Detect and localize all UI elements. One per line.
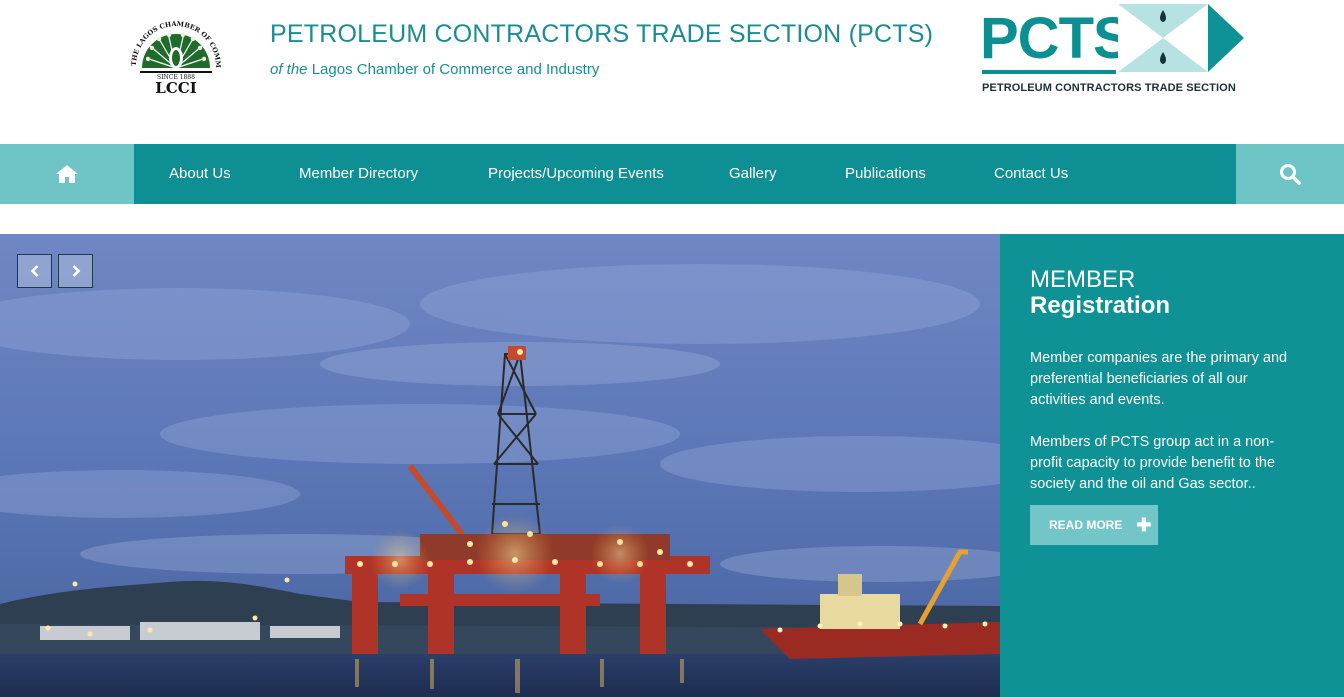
read-more-label: READ MORE [1049,518,1123,532]
slider-next-button[interactable] [58,254,93,288]
read-more-button[interactable]: READ MORE ✚ [1030,505,1158,545]
site-title-block: PETROLEUM CONTRACTORS TRADE SECTION (PCT… [270,20,933,78]
search-icon [1280,164,1301,185]
pcts-logo-word: PCTS [980,6,1132,71]
nav-item-publications[interactable]: Publications [845,144,926,204]
plus-icon: ✚ [1136,514,1152,535]
hero-image [0,234,1000,697]
panel-paragraph-1: Member companies are the primary and pre… [1030,350,1288,408]
nav-item-member-directory[interactable]: Member Directory [299,144,418,204]
panel-heading-line2: Registration [1030,292,1171,319]
pcts-logo-underline [982,70,1116,74]
chevron-right-icon [72,265,80,277]
nav-item-about-us[interactable]: About Us [169,144,231,204]
site-header: THE LAGOS CHAMBER OF COMMERCE & INDUSTRY… [0,0,1344,144]
lcci-logo[interactable]: THE LAGOS CHAMBER OF COMMERCE & INDUSTRY… [114,6,238,98]
slider-prev-button[interactable] [17,254,52,288]
main-nav: About Us Member Directory Projects/Upcom… [0,144,1344,204]
site-title[interactable]: PETROLEUM CONTRACTORS TRADE SECTION (PCT… [270,20,933,49]
site-subtitle-prefix: of the [270,61,308,78]
site-title-main: PETROLEUM CONTRACTORS TRADE SECTION [270,20,842,48]
nav-search-button[interactable] [1236,144,1344,204]
pcts-logo[interactable]: PCTS PETROLEUM CONTRACTORS TRADE SECTION [980,4,1244,96]
site-subtitle-org: Lagos Chamber of Commerce and Industry [307,61,600,78]
member-registration-panel: MEMBER Registration Member companies are… [1000,234,1344,697]
panel-paragraph-2: Members of PCTS group act in a non-profi… [1030,434,1276,492]
nav-home-button[interactable] [0,144,134,204]
nav-item-gallery[interactable]: Gallery [729,144,777,204]
pcts-logo-tagline: PETROLEUM CONTRACTORS TRADE SECTION [982,82,1236,94]
hero-slider[interactable] [0,234,1000,697]
site-subtitle: of the Lagos Chamber of Commerce and Ind… [270,61,933,78]
pcts-logo-mark [1118,4,1244,72]
nav-item-contact-us[interactable]: Contact Us [994,144,1068,204]
nav-item-projects-events[interactable]: Projects/Upcoming Events [488,144,664,204]
home-icon [56,165,78,183]
panel-heading-line1: MEMBER [1030,266,1136,293]
chevron-left-icon [30,265,38,277]
site-title-abbr: (PCTS) [841,20,934,48]
lcci-abbr-text: LCCI [155,79,196,97]
